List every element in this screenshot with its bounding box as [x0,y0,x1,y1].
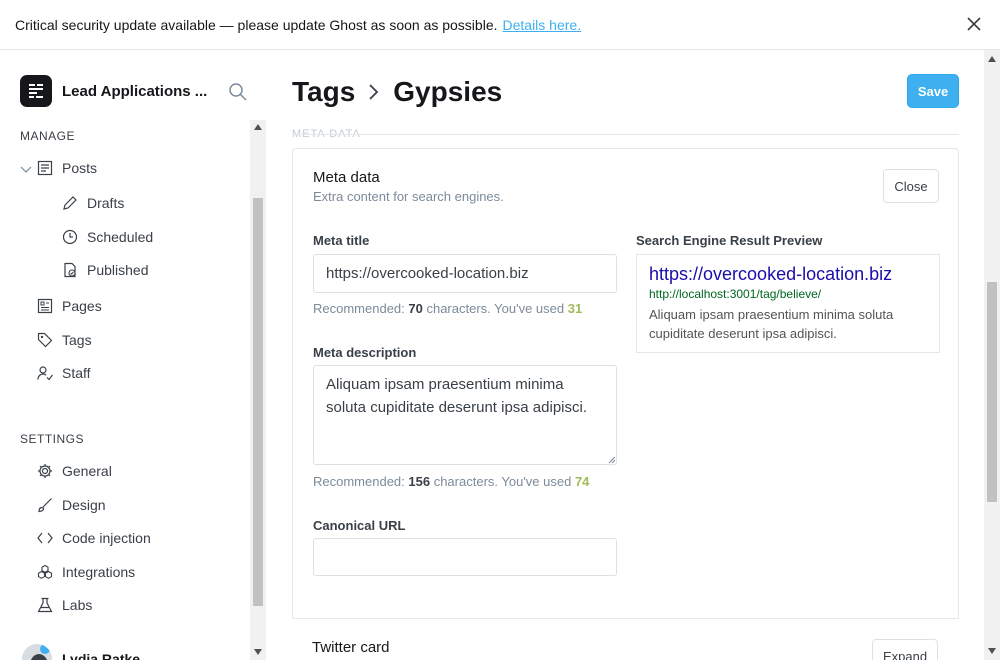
sidebar-item-staff[interactable]: Staff [37,365,91,381]
sidebar-item-label: Code injection [62,530,151,546]
sidebar-item-label: Pages [62,298,102,314]
sidebar-item-code-injection[interactable]: Code injection [37,530,151,546]
sidebar-item-label: Published [87,262,149,278]
page-title: Gypsies [393,76,503,107]
main-content: Tags Gypsies Save META DATA Meta data Ex… [266,50,1000,660]
close-button[interactable]: Close [883,169,939,203]
avatar [20,642,54,660]
sidebar-item-labs[interactable]: Labs [37,597,92,613]
meta-description-label: Meta description [313,345,417,360]
integrations-icon [37,564,53,579]
preview-url: http://localhost:3001/tag/believe/ [649,287,822,301]
preview-description: Aliquam ipsam praesentium minima soluta … [649,307,894,341]
sidebar-item-label: Integrations [62,564,136,580]
sidebar-item-label: Labs [62,597,93,613]
twitter-card-section: Twitter card Expand [292,618,959,660]
search-engine-preview: https://overcooked-location.biz http://l… [636,254,940,353]
sidebar-item-label: Scheduled [87,229,154,245]
tag-icon [37,332,53,348]
update-banner: Critical security update available — ple… [0,0,1000,50]
banner-message: Critical security update available — ple… [15,16,498,33]
canonical-url-label: Canonical URL [313,518,406,533]
resize-handle-icon[interactable] [608,456,616,464]
site-brand[interactable]: Lead Applications ... [20,75,207,107]
sidebar-item-pages[interactable]: Pages [37,298,102,314]
scroll-up-arrow-icon[interactable] [988,56,996,62]
header-divider [292,134,959,135]
meta-data-card: Meta data Extra content for search engin… [292,148,959,660]
sidebar-item-posts[interactable]: Posts [37,160,97,176]
published-icon [64,262,76,278]
chevron-down-icon[interactable] [20,165,32,175]
sidebar-item-tags[interactable]: Tags [37,332,92,348]
sidebar-scroll-thumb[interactable] [253,198,263,606]
sidebar-item-label: Tags [62,332,92,348]
user-menu[interactable]: Lydia Ratke [20,642,232,660]
flask-icon [37,597,53,613]
preview-title: https://overcooked-location.biz [649,264,893,284]
twitter-card-title: Twitter card [312,639,390,656]
staff-icon [37,366,53,381]
sidebar-item-published[interactable]: Published [62,262,149,278]
sidebar-item-label: Staff [62,365,91,381]
canonical-url-input[interactable] [313,538,617,576]
meta-title-input[interactable]: https://overcooked-location.biz [313,254,617,293]
sidebar-item-label: Posts [62,160,98,176]
meta-title-label: Meta title [313,233,370,248]
expand-button[interactable]: Expand [872,639,938,660]
breadcrumb: Tags Gypsies [292,76,502,108]
code-icon [37,532,53,544]
ghost-logo-icon [20,75,52,107]
search-icon[interactable] [228,82,248,102]
save-button[interactable]: Save [907,74,959,108]
user-name: Lydia Ratke [62,651,141,660]
chevron-right-icon [369,84,379,100]
sidebar-item-drafts[interactable]: Drafts [62,195,124,211]
breadcrumb-tags-link[interactable]: Tags [292,76,355,108]
meta-data-title: Meta data [313,169,380,186]
pencil-icon [63,196,77,210]
scroll-up-arrow-icon[interactable] [254,124,262,130]
brush-icon [38,498,52,513]
sidebar: Lead Applications ... MANAGE Posts Draft… [0,50,266,660]
meta-description-textarea[interactable]: Aliquam ipsam praesentium minima soluta … [313,365,617,465]
banner-details-link[interactable]: Details here. [503,17,582,33]
main-scrollbar[interactable] [984,50,1000,660]
meta-description-hint: Recommended: 156 characters. You've used… [313,474,590,489]
meta-title-hint: Recommended: 70 characters. You've used … [313,301,583,316]
gear-icon [38,464,52,478]
sidebar-item-label: Design [62,497,106,513]
clock-icon [62,229,78,245]
scroll-down-arrow-icon[interactable] [254,649,262,655]
site-name: Lead Applications ... [62,82,208,100]
sidebar-item-general[interactable]: General [37,463,112,479]
pages-icon [37,298,53,314]
sidebar-item-label: Drafts [87,195,125,211]
sidebar-scrollbar[interactable] [250,120,266,660]
scroll-down-arrow-icon[interactable] [988,648,996,654]
close-icon[interactable] [965,15,983,33]
sidebar-item-design[interactable]: Design [37,497,106,513]
meta-data-subtitle: Extra content for search engines. [313,189,504,204]
sidebar-item-label: General [62,463,112,479]
main-scroll-thumb[interactable] [987,282,997,502]
search-preview-label: Search Engine Result Preview [636,233,823,248]
posts-icon [37,160,53,176]
manage-section-title: MANAGE [20,129,76,143]
sidebar-item-integrations[interactable]: Integrations [37,564,135,580]
sidebar-item-scheduled[interactable]: Scheduled [62,229,153,245]
settings-section-title: SETTINGS [20,432,85,446]
